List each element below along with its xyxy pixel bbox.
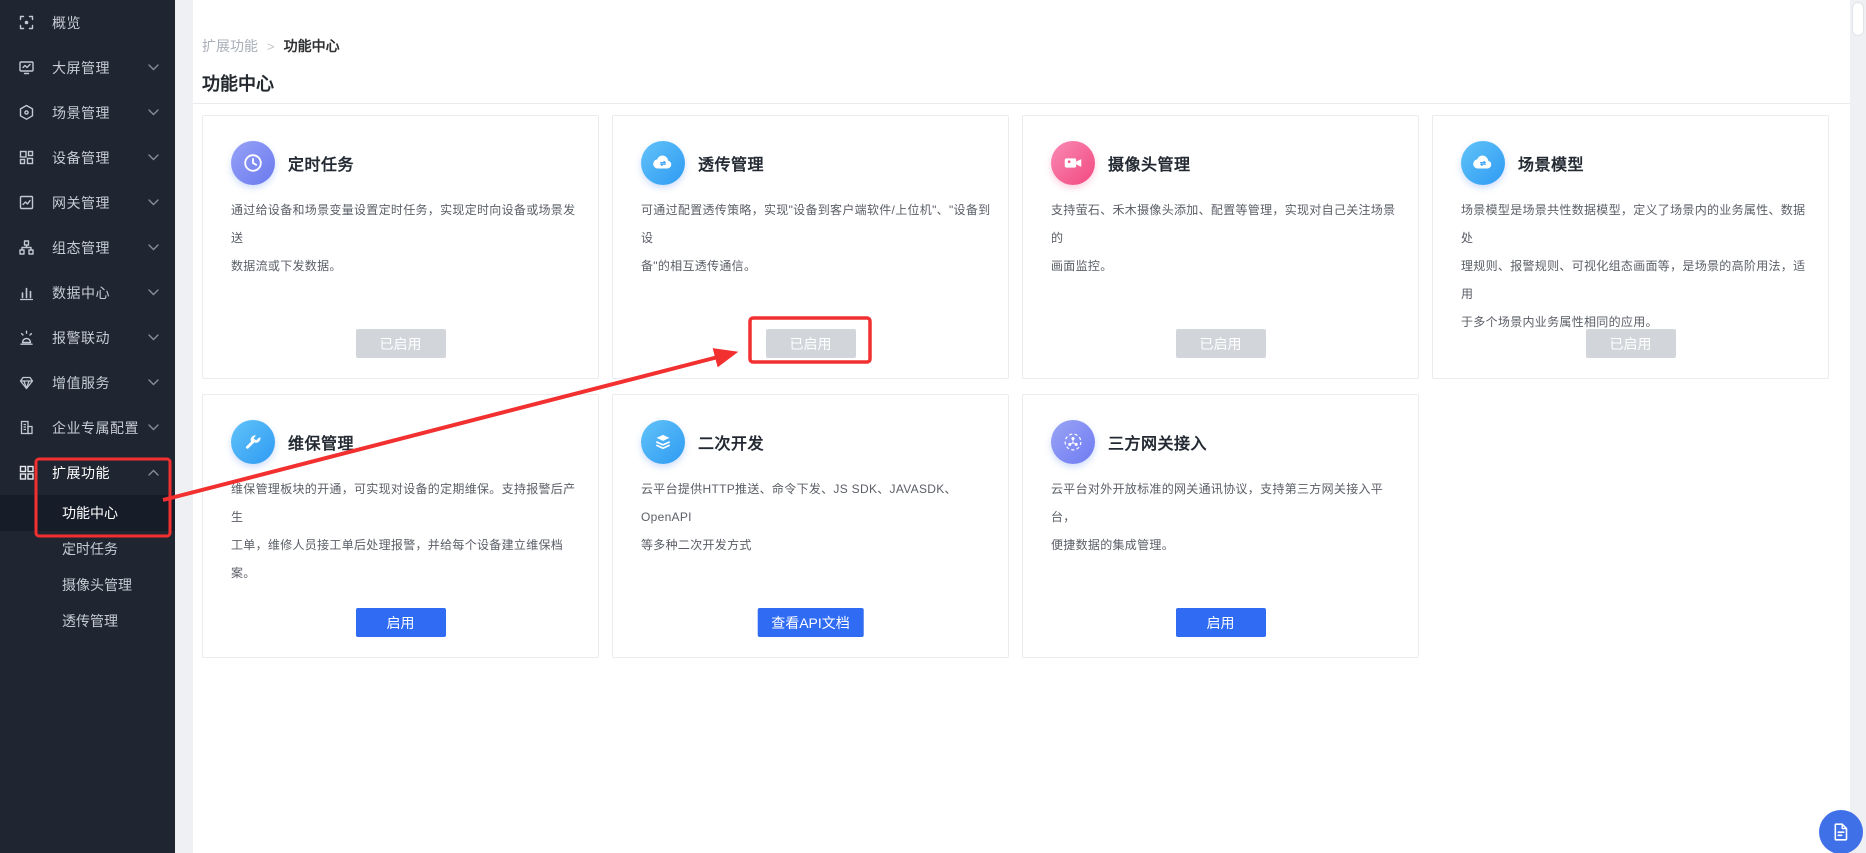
- sidebar-item-alarm[interactable]: 报警联动: [0, 315, 175, 360]
- card-third-party-gateway: 三方网关接入 云平台对外开放标准的网关通讯协议，支持第三方网关接入平台， 便捷数…: [1022, 394, 1419, 658]
- card-scene-model: 场景模型 场景模型是场景共性数据模型，定义了场景内的业务属性、数据处 理规则、报…: [1432, 115, 1829, 379]
- document-icon: [1830, 821, 1852, 843]
- sidebar-item-value-added[interactable]: 增值服务: [0, 360, 175, 405]
- enabled-button[interactable]: 已启用: [1585, 329, 1676, 358]
- sidebar-item-label: 概览: [52, 14, 81, 31]
- camera-icon: [1051, 141, 1095, 185]
- card-maintenance: 维保管理 维保管理板块的开通，可实现对设备的定期维保。支持报警后产生 工单，维修…: [202, 394, 599, 658]
- submenu-item-passthrough[interactable]: 透传管理: [0, 603, 175, 639]
- sidebar-item-gateway[interactable]: 网关管理: [0, 180, 175, 225]
- docs-float-button[interactable]: [1819, 810, 1863, 853]
- enabled-button[interactable]: 已启用: [355, 329, 446, 358]
- feature-card-grid: 定时任务 通过给设备和场景变量设置定时任务，实现定时向设备或场景发送 数据流或下…: [202, 115, 1829, 658]
- card-title: 二次开发: [698, 436, 765, 453]
- sidebar-item-scene[interactable]: 场景管理: [0, 90, 175, 135]
- chevron-up-icon: [148, 469, 159, 476]
- sidebar-item-label: 报警联动: [52, 329, 110, 346]
- submenu-item-scheduled-tasks[interactable]: 定时任务: [0, 531, 175, 567]
- enable-button[interactable]: 启用: [355, 608, 446, 637]
- card-title: 三方网关接入: [1108, 436, 1208, 453]
- sidebar-item-label: 组态管理: [52, 239, 110, 256]
- card-secondary-development: 二次开发 云平台提供HTTP推送、命令下发、JS SDK、JAVASDK、Ope…: [612, 394, 1009, 658]
- sidebar-item-overview[interactable]: 概览: [0, 0, 175, 45]
- card-title: 摄像头管理: [1108, 157, 1191, 174]
- sidebar-submenu: 功能中心 定时任务 摄像头管理 透传管理: [0, 495, 175, 639]
- topology-icon: [18, 239, 35, 256]
- breadcrumb-separator-icon: >: [267, 38, 275, 54]
- sidebar-item-label: 场景管理: [52, 104, 110, 121]
- overview-icon: [18, 14, 35, 31]
- bar-chart-icon: [18, 284, 35, 301]
- gem-icon: [18, 374, 35, 391]
- card-title: 透传管理: [698, 157, 765, 174]
- breadcrumb-parent[interactable]: 扩展功能: [202, 36, 258, 56]
- view-api-docs-button[interactable]: 查看API文档: [757, 608, 864, 637]
- chevron-down-icon: [148, 244, 159, 251]
- sidebar-item-label: 数据中心: [52, 284, 110, 301]
- card-title: 场景模型: [1518, 157, 1585, 174]
- card-camera-management: 摄像头管理 支持萤石、禾木摄像头添加、配置等管理，实现对自己关注场景的 画面监控…: [1022, 115, 1419, 379]
- chevron-down-icon: [148, 334, 159, 341]
- sidebar-item-enterprise-config[interactable]: 企业专属配置: [0, 405, 175, 450]
- chevron-down-icon: [148, 289, 159, 296]
- sidebar-item-extensions[interactable]: 扩展功能: [0, 450, 175, 495]
- sidebar-item-label: 企业专属配置: [52, 419, 139, 436]
- breadcrumb-current: 功能中心: [283, 38, 340, 54]
- chevron-down-icon: [148, 199, 159, 206]
- chevron-down-icon: [148, 424, 159, 431]
- network-icon: [1051, 420, 1095, 464]
- submenu-item-camera-management[interactable]: 摄像头管理: [0, 567, 175, 603]
- clock-icon: [231, 141, 275, 185]
- building-icon: [18, 419, 35, 436]
- sidebar-item-label: 扩展功能: [52, 464, 110, 481]
- layers-icon: [641, 420, 685, 464]
- card-description: 云平台对外开放标准的网关通讯协议，支持第三方网关接入平台， 便捷数据的集成管理。: [1051, 482, 1384, 552]
- sidebar-item-data-center[interactable]: 数据中心: [0, 270, 175, 315]
- page-title: 功能中心: [202, 74, 274, 94]
- alarm-icon: [18, 329, 35, 346]
- wrench-icon: [231, 420, 275, 464]
- sidebar-item-label: 大屏管理: [52, 59, 110, 76]
- card-scheduled-tasks: 定时任务 通过给设备和场景变量设置定时任务，实现定时向设备或场景发送 数据流或下…: [202, 115, 599, 379]
- card-description: 维保管理板块的开通，可实现对设备的定期维保。支持报警后产生 工单，维修人员接工单…: [231, 482, 576, 580]
- breadcrumb: 扩展功能 > 功能中心: [202, 36, 340, 56]
- sidebar-item-device[interactable]: 设备管理: [0, 135, 175, 180]
- sidebar-item-label: 网关管理: [52, 194, 110, 211]
- header-divider: [193, 103, 1850, 104]
- chevron-down-icon: [148, 154, 159, 161]
- gateway-icon: [18, 194, 35, 211]
- main-content: 扩展功能 > 功能中心 功能中心 定时任务 通过给设备和场景变量设置定时任务，实…: [193, 0, 1850, 853]
- scene-icon: [18, 104, 35, 121]
- card-passthrough: 透传管理 可通过配置透传策略，实现"设备到客户端软件/上位机"、"设备到设 备"…: [612, 115, 1009, 379]
- scrollbar-thumb[interactable]: [1852, 2, 1864, 36]
- enabled-button-highlighted[interactable]: 已启用: [765, 329, 856, 358]
- enable-button[interactable]: 启用: [1175, 608, 1266, 637]
- enabled-button[interactable]: 已启用: [1175, 329, 1266, 358]
- screen-icon: [18, 59, 35, 76]
- chevron-down-icon: [148, 109, 159, 116]
- card-title: 定时任务: [288, 157, 355, 174]
- card-description: 通过给设备和场景变量设置定时任务，实现定时向设备或场景发送 数据流或下发数据。: [231, 203, 576, 273]
- sidebar-gutter: [175, 0, 193, 853]
- scrollbar-track: [1850, 0, 1866, 853]
- card-description: 场景模型是场景共性数据模型，定义了场景内的业务属性、数据处 理规则、报警规则、可…: [1461, 203, 1806, 329]
- sidebar-item-topology[interactable]: 组态管理: [0, 225, 175, 270]
- card-description: 可通过配置透传策略，实现"设备到客户端软件/上位机"、"设备到设 备"的相互透传…: [641, 203, 991, 273]
- chevron-down-icon: [148, 64, 159, 71]
- sidebar: 概览 大屏管理 场景管理 设备管理 网关管理 组态管理 数据中心 报警联动 增值…: [0, 0, 175, 853]
- device-icon: [18, 149, 35, 166]
- app-window: 概览 大屏管理 场景管理 设备管理 网关管理 组态管理 数据中心 报警联动 增值…: [0, 0, 1866, 853]
- sidebar-item-label: 增值服务: [52, 374, 110, 391]
- grid-icon: [18, 464, 35, 481]
- card-description: 支持萤石、禾木摄像头添加、配置等管理，实现对自己关注场景的 画面监控。: [1051, 203, 1396, 273]
- sidebar-item-big-screen[interactable]: 大屏管理: [0, 45, 175, 90]
- card-description: 云平台提供HTTP推送、命令下发、JS SDK、JAVASDK、OpenAPI …: [641, 482, 957, 552]
- submenu-item-feature-center[interactable]: 功能中心: [0, 495, 175, 531]
- sidebar-item-label: 设备管理: [52, 149, 110, 166]
- card-title: 维保管理: [288, 436, 355, 453]
- cloud-sync-icon: [1461, 141, 1505, 185]
- cloud-sync-icon: [641, 141, 685, 185]
- chevron-down-icon: [148, 379, 159, 386]
